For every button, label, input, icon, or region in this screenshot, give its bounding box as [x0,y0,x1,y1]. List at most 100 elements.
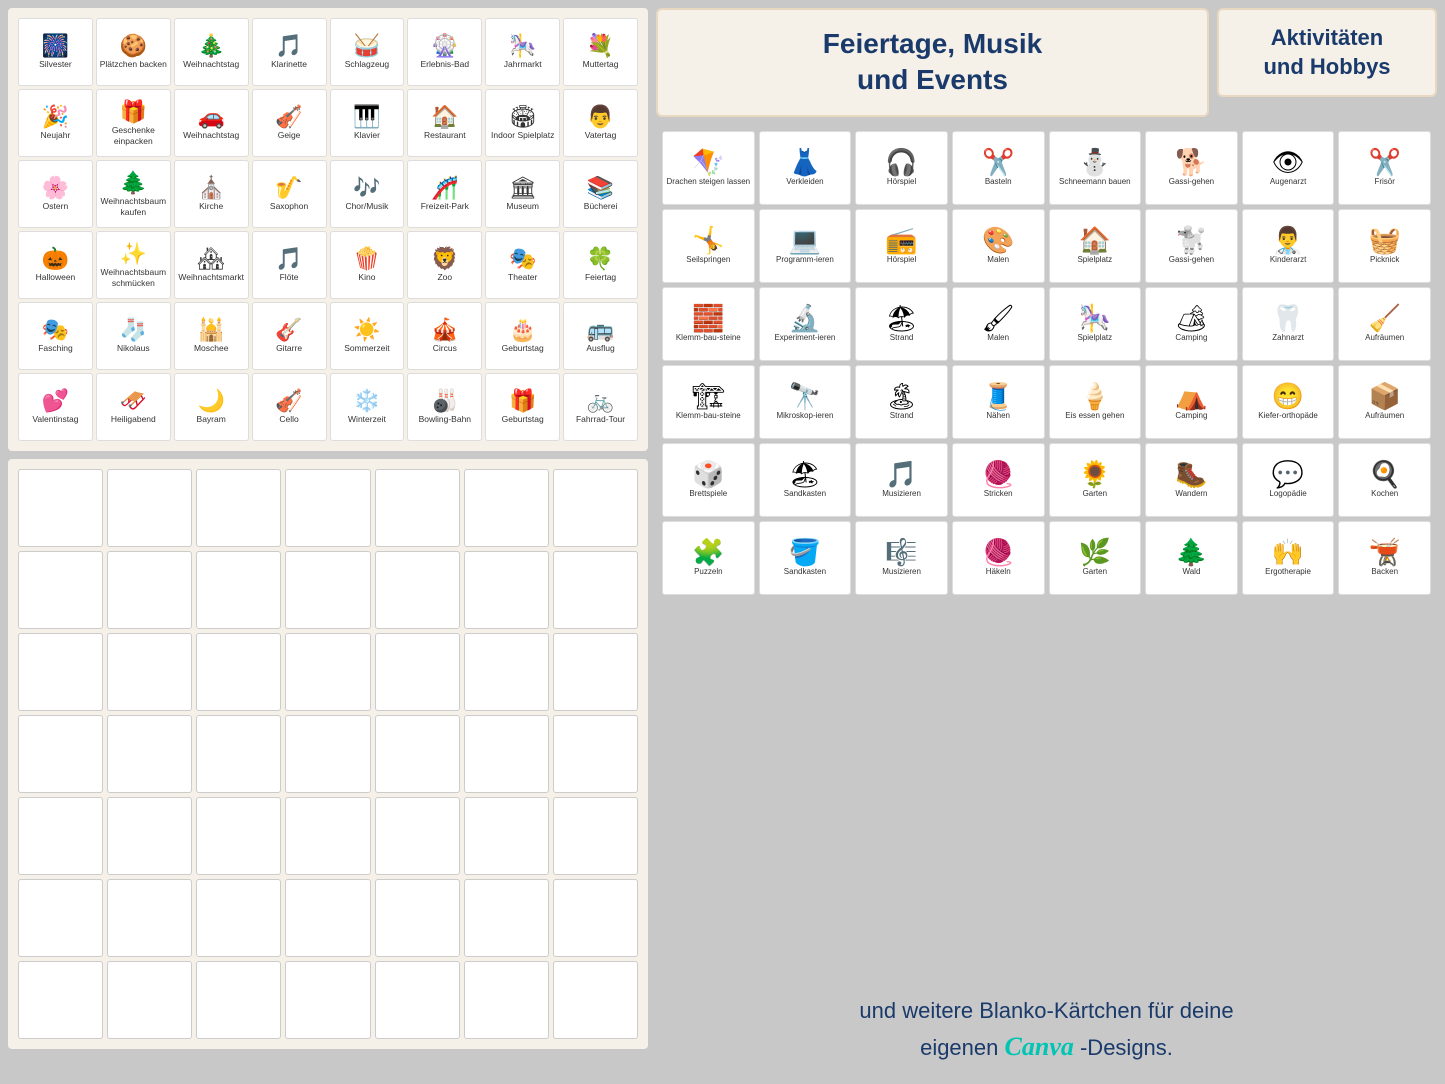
blank-grid [18,469,638,1039]
card-label: Indoor Spielplatz [491,130,554,140]
card-label: Chor/Musik [345,201,388,211]
activity-card: 💻Programm-ieren [759,209,852,283]
left-card: 🏠Restaurant [407,89,482,157]
bottom-line2: eigenen Canva -Designs. [666,1027,1427,1066]
activity-card: 🧱Klemm-bau-steine [662,287,755,361]
act-icon: 🌿 [1079,539,1111,565]
left-card: 🚗Weihnachtstag [174,89,249,157]
act-icon: 🍦 [1079,383,1111,409]
card-label: Fahrrad-Tour [576,414,625,424]
card-icon: 🎳 [431,390,458,412]
act-label: Eis essen gehen [1065,411,1124,421]
act-label: Gassi-gehen [1169,255,1214,265]
blank-card [375,715,460,793]
card-label: Geschenke einpacken [99,125,168,145]
card-label: Museum [506,201,539,211]
card-label: Weihnachtsbaum schmücken [99,267,168,287]
card-icon: 🍀 [587,248,614,270]
act-label: Strand [890,411,914,421]
left-card: 🛷Heiligabend [96,373,171,441]
act-label: Garten [1083,489,1107,499]
blank-card [196,469,281,547]
act-label: Spielplatz [1077,255,1112,265]
blank-card [196,961,281,1039]
act-icon: 🪣 [789,539,821,565]
blank-card [196,797,281,875]
card-icon: 🎡 [431,35,458,57]
left-card: 🎄Weihnachtstag [174,18,249,86]
blank-card [107,551,192,629]
card-icon: 🎭 [42,319,69,341]
act-icon: 🏗 [692,383,725,409]
left-card: 💐Muttertag [563,18,638,86]
act-icon: 🖌 [982,305,1015,331]
left-card: 🌙Bayram [174,373,249,441]
activity-card: 🥾Wandern [1145,443,1238,517]
card-icon: 🏛 [509,177,537,199]
blank-card [285,715,370,793]
blank-card [464,551,549,629]
activity-card: ⛄Schneemann bauen [1049,131,1142,205]
act-icon: 🧵 [982,383,1014,409]
act-icon: 🐕 [1175,149,1207,175]
card-icon: 🎵 [275,35,302,57]
act-icon: ⛄ [1079,149,1111,175]
act-label: Seilspringen [686,255,730,265]
blank-card [18,879,103,957]
card-label: Weihnachtsbaum kaufen [99,196,168,216]
card-icon: 🎃 [42,248,69,270]
card-icon: 🧦 [120,319,147,341]
card-icon: 🎆 [42,35,69,57]
activity-card: 🐩Gassi-gehen [1145,209,1238,283]
activity-card: 💬Logopädie [1242,443,1335,517]
card-icon: 🎪 [431,319,458,341]
blank-card [285,469,370,547]
blank-card [285,551,370,629]
activity-card: 🌻Garten [1049,443,1142,517]
left-column: 🎆Silvester🍪Plätzchen backen🎄Weihnachtsta… [8,8,648,1076]
card-label: Klarinette [271,59,307,69]
left-card: 🏛 Museum [485,160,560,228]
card-icon: 🎁 [120,101,147,123]
blank-card [375,469,460,547]
card-label: Schlagzeug [345,59,389,69]
left-card: 🎉Neujahr [18,89,93,157]
card-label: Cello [279,414,298,424]
act-label: Backen [1371,567,1398,577]
card-label: Weihnachtstag [183,59,239,69]
card-label: Gitarre [276,343,302,353]
main-title-box: Feiertage, Musikund Events [656,8,1209,117]
activity-card: 🏖Sandkasten [759,443,852,517]
card-label: Halloween [36,272,76,282]
act-icon: 🎧 [885,149,917,175]
left-card: 🧦Nikolaus [96,302,171,370]
act-label: Wald [1182,567,1200,577]
card-icon: 🍪 [120,35,147,57]
sub-title-box: Aktivitätenund Hobbys [1217,8,1437,97]
act-icon: 🌲 [1175,539,1207,565]
card-label: Geburtstag [502,414,544,424]
activity-card: ✂️Basteln [952,131,1045,205]
act-label: Musizieren [882,567,921,577]
blank-card [553,715,638,793]
left-card: 🎳Bowling-Bahn [407,373,482,441]
card-label: Geburtstag [502,343,544,353]
left-card: 🎪Circus [407,302,482,370]
card-icon: ☀️ [353,319,380,341]
activity-card: 🌲 Wald [1145,521,1238,595]
act-icon: 🙌 [1272,539,1304,565]
activity-card: 🧺Picknick [1338,209,1431,283]
blank-card [553,633,638,711]
act-icon: 💬 [1272,461,1304,487]
act-label: Drachen steigen lassen [667,177,751,187]
activity-card: 🍦 Eis essen gehen [1049,365,1142,439]
act-label: Hörspiel [887,255,916,265]
activity-card: 🙌Ergotherapie [1242,521,1335,595]
left-card: 🎂Geburtstag [485,302,560,370]
act-icon: 📻 [885,227,917,253]
act-icon: 🎼 [885,539,917,565]
activity-card: 🏠Spielplatz [1049,209,1142,283]
activity-card: 🍳Kochen [1338,443,1431,517]
activity-card: 🔭Mikroskop-ieren [759,365,852,439]
card-icon: 🎠 [509,35,536,57]
